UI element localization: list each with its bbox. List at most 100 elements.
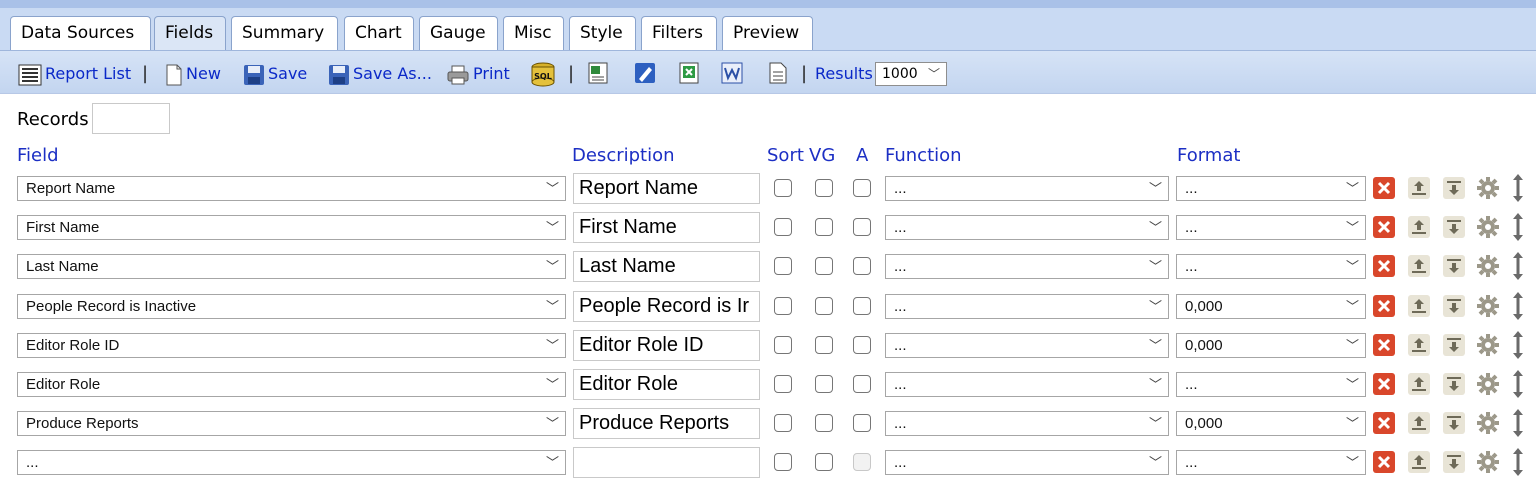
records-input[interactable]: [92, 103, 170, 134]
function-select[interactable]: ... ﹀: [885, 294, 1169, 319]
sort-checkbox[interactable]: [774, 257, 792, 275]
drag-reorder-icon[interactable]: [1511, 369, 1525, 399]
a-checkbox[interactable]: [853, 218, 871, 236]
tab-preview[interactable]: Preview: [722, 16, 813, 50]
delete-icon[interactable]: [1372, 215, 1396, 239]
a-checkbox[interactable]: [853, 336, 871, 354]
delete-icon[interactable]: [1372, 176, 1396, 200]
field-select[interactable]: Last Name ﹀: [17, 254, 566, 279]
tab-style[interactable]: Style: [569, 16, 636, 50]
settings-gear-icon[interactable]: [1476, 372, 1500, 396]
save-as-button[interactable]: Save As...: [328, 62, 432, 86]
move-down-icon[interactable]: [1442, 254, 1466, 278]
move-down-icon[interactable]: [1442, 411, 1466, 435]
move-down-icon[interactable]: [1442, 294, 1466, 318]
settings-gear-icon[interactable]: [1476, 254, 1500, 278]
format-select[interactable]: 0,000 ﹀: [1176, 411, 1366, 436]
settings-gear-icon[interactable]: [1476, 333, 1500, 357]
delete-icon[interactable]: [1372, 254, 1396, 278]
format-select[interactable]: 0,000 ﹀: [1176, 294, 1366, 319]
export-document-icon[interactable]: [767, 62, 789, 84]
print-button[interactable]: Print: [446, 62, 510, 86]
field-select[interactable]: ... ﹀: [17, 450, 566, 475]
format-select[interactable]: ... ﹀: [1176, 215, 1366, 240]
a-checkbox[interactable]: [853, 375, 871, 393]
export-word-icon[interactable]: [721, 62, 743, 84]
move-up-icon[interactable]: [1407, 215, 1431, 239]
drag-reorder-icon[interactable]: [1511, 447, 1525, 477]
save-button[interactable]: Save: [243, 62, 307, 86]
field-select[interactable]: Editor Role ﹀: [17, 372, 566, 397]
drag-reorder-icon[interactable]: [1511, 291, 1525, 321]
move-up-icon[interactable]: [1407, 333, 1431, 357]
format-select[interactable]: ... ﹀: [1176, 254, 1366, 279]
drag-reorder-icon[interactable]: [1511, 408, 1525, 438]
move-down-icon[interactable]: [1442, 215, 1466, 239]
vg-checkbox[interactable]: [815, 336, 833, 354]
field-select[interactable]: Editor Role ID ﹀: [17, 333, 566, 358]
settings-gear-icon[interactable]: [1476, 215, 1500, 239]
settings-gear-icon[interactable]: [1476, 450, 1500, 474]
move-up-icon[interactable]: [1407, 372, 1431, 396]
delete-icon[interactable]: [1372, 333, 1396, 357]
drag-reorder-icon[interactable]: [1511, 330, 1525, 360]
sort-checkbox[interactable]: [774, 453, 792, 471]
a-checkbox[interactable]: [853, 297, 871, 315]
settings-gear-icon[interactable]: [1476, 176, 1500, 200]
delete-icon[interactable]: [1372, 411, 1396, 435]
drag-reorder-icon[interactable]: [1511, 173, 1525, 203]
delete-icon[interactable]: [1372, 450, 1396, 474]
edit-icon[interactable]: [634, 62, 656, 84]
sort-checkbox[interactable]: [774, 336, 792, 354]
vg-checkbox[interactable]: [815, 179, 833, 197]
function-select[interactable]: ... ﹀: [885, 411, 1169, 436]
vg-checkbox[interactable]: [815, 297, 833, 315]
description-input[interactable]: Editor Role ID: [573, 330, 760, 361]
vg-checkbox[interactable]: [815, 414, 833, 432]
function-select[interactable]: ... ﹀: [885, 215, 1169, 240]
settings-gear-icon[interactable]: [1476, 411, 1500, 435]
vg-checkbox[interactable]: [815, 453, 833, 471]
move-up-icon[interactable]: [1407, 450, 1431, 474]
function-select[interactable]: ... ﹀: [885, 176, 1169, 201]
tab-gauge[interactable]: Gauge: [419, 16, 498, 50]
function-select[interactable]: ... ﹀: [885, 450, 1169, 475]
delete-icon[interactable]: [1372, 294, 1396, 318]
new-button[interactable]: New: [165, 62, 221, 86]
field-select[interactable]: People Record is Inactive ﹀: [17, 294, 566, 319]
drag-reorder-icon[interactable]: [1511, 212, 1525, 242]
vg-checkbox[interactable]: [815, 218, 833, 236]
description-input[interactable]: [573, 447, 760, 478]
description-input[interactable]: Produce Reports: [573, 408, 760, 439]
sql-icon[interactable]: SQL: [530, 61, 556, 87]
move-up-icon[interactable]: [1407, 176, 1431, 200]
tab-fields[interactable]: Fields: [154, 16, 226, 50]
a-checkbox[interactable]: [853, 414, 871, 432]
report-list-button[interactable]: Report List: [18, 62, 131, 86]
vg-checkbox[interactable]: [815, 257, 833, 275]
export-csv-icon[interactable]: [587, 62, 609, 84]
a-checkbox[interactable]: [853, 179, 871, 197]
format-select[interactable]: ... ﹀: [1176, 176, 1366, 201]
format-select[interactable]: ... ﹀: [1176, 372, 1366, 397]
description-input[interactable]: First Name: [573, 212, 760, 243]
move-down-icon[interactable]: [1442, 176, 1466, 200]
function-select[interactable]: ... ﹀: [885, 333, 1169, 358]
sort-checkbox[interactable]: [774, 218, 792, 236]
description-input[interactable]: Editor Role: [573, 369, 760, 400]
sort-checkbox[interactable]: [774, 375, 792, 393]
export-excel-icon[interactable]: [678, 62, 700, 84]
tab-summary[interactable]: Summary: [231, 16, 338, 50]
sort-checkbox[interactable]: [774, 414, 792, 432]
tab-filters[interactable]: Filters: [641, 16, 717, 50]
description-input[interactable]: Last Name: [573, 251, 760, 282]
field-select[interactable]: First Name ﹀: [17, 215, 566, 240]
drag-reorder-icon[interactable]: [1511, 251, 1525, 281]
sort-checkbox[interactable]: [774, 297, 792, 315]
move-up-icon[interactable]: [1407, 254, 1431, 278]
move-down-icon[interactable]: [1442, 333, 1466, 357]
delete-icon[interactable]: [1372, 372, 1396, 396]
function-select[interactable]: ... ﹀: [885, 372, 1169, 397]
tab-misc[interactable]: Misc: [503, 16, 564, 50]
description-input[interactable]: Report Name: [573, 173, 760, 204]
